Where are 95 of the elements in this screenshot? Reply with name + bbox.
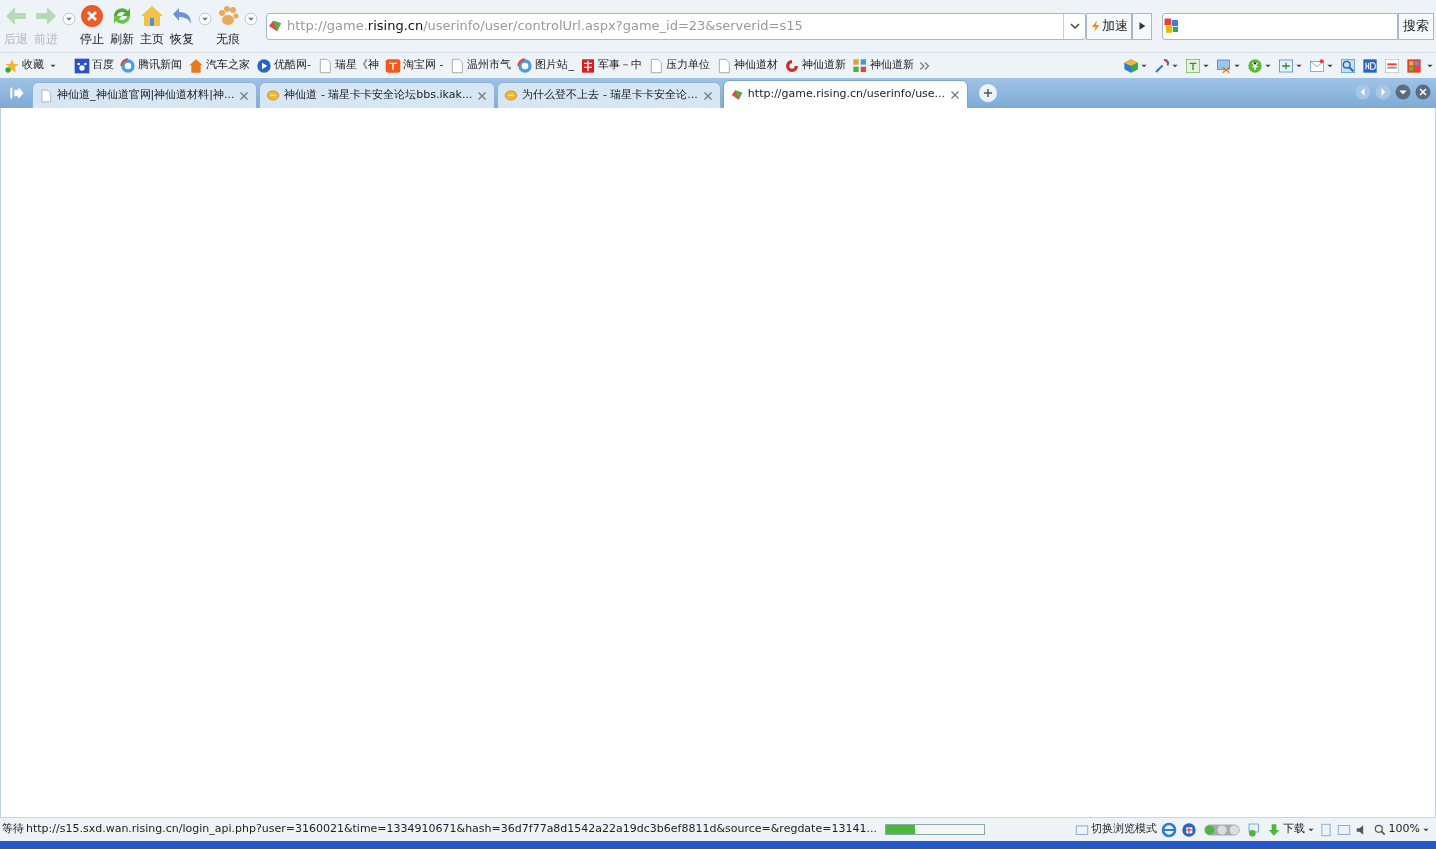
hd-icon [1362, 57, 1378, 74]
download-button[interactable]: 下载 [1266, 821, 1315, 838]
site-icon [267, 18, 283, 34]
browser-tab[interactable]: 神仙道 - 瑞星卡卡安全论坛bbs.ikak... [259, 82, 496, 108]
close-icon [1414, 83, 1432, 101]
toolbar-button[interactable] [1360, 57, 1380, 74]
accelerate-button[interactable]: 加速 [1086, 12, 1132, 40]
refresh-button[interactable]: 刷新 [108, 4, 136, 48]
house-icon [188, 57, 204, 74]
stop-button[interactable]: 停止 [78, 4, 106, 48]
down-arrow-icon [1266, 822, 1281, 837]
zoom-button[interactable]: 100% [1372, 821, 1434, 838]
plus-icon [982, 87, 995, 99]
shop-icon [385, 57, 401, 74]
dropdown-icon [62, 12, 76, 26]
screenshot-icon [1216, 57, 1232, 74]
home-button[interactable]: 主页 [138, 4, 166, 48]
globe-icon [120, 57, 136, 74]
close-icon [238, 89, 251, 102]
bookmark-link[interactable]: 神仙道新 [781, 57, 848, 74]
e-browser-icon [1160, 821, 1177, 838]
close-icon [701, 89, 714, 102]
magnifier-icon [1372, 822, 1387, 837]
chevron-down-icon [1068, 20, 1081, 32]
private-button[interactable]: 无痕 [214, 4, 242, 48]
dropdown-icon [244, 12, 258, 26]
globe-icon [517, 57, 534, 74]
page-icon [449, 57, 466, 74]
video-icon [1384, 57, 1400, 74]
scroll-left-icon [1354, 83, 1372, 101]
status-text: 等待 [2, 821, 24, 838]
page-icon [317, 57, 333, 74]
bookmark-link[interactable]: 瑞星《神 [315, 57, 381, 74]
site-icon [729, 87, 744, 102]
bookmark-link[interactable]: 军事－中 [577, 57, 644, 74]
search-field[interactable] [1162, 12, 1398, 40]
bookmark-link[interactable]: 百度 [72, 57, 116, 74]
paw-icon [74, 57, 90, 74]
search-engine-icon [1163, 17, 1181, 35]
page-icon [39, 88, 53, 103]
search-button[interactable]: 搜索 [1398, 12, 1434, 40]
toolbar-button[interactable] [1404, 57, 1424, 74]
switch-mode-button[interactable]: 切换浏览模式 [1074, 821, 1157, 838]
coin-icon [1247, 57, 1263, 74]
chat-bubble-icon [266, 88, 281, 103]
restore-button[interactable]: 恢复 [168, 4, 196, 48]
go-button[interactable] [1132, 12, 1152, 40]
translate-icon [1185, 57, 1201, 74]
paw-icon [216, 4, 240, 28]
bookmark-link[interactable]: 汽车之家 [186, 57, 252, 74]
scroll-right-icon [1374, 83, 1392, 101]
address-field[interactable]: http://game.rising.cn/userinfo/user/controlUrl.aspx?game_id=23&serverid=s15 [266, 12, 1086, 40]
character-icon [579, 57, 596, 74]
chat-bubble-icon [504, 88, 519, 103]
browser-tab[interactable]: http://game.rising.cn/userinfo/use... [722, 80, 969, 108]
tab-bar-button[interactable] [1394, 83, 1412, 101]
toolbar-button[interactable] [1338, 57, 1358, 74]
browser-tab[interactable]: 为什么登不上去 - 瑞星卡卡安全论... [497, 82, 721, 108]
bookmark-link[interactable]: 神仙道新 [849, 57, 916, 74]
tab-bar-button[interactable] [1414, 83, 1432, 101]
lightning-icon [1090, 20, 1102, 32]
bookmark-link[interactable]: 图片站_ [515, 57, 576, 74]
bookmark-link[interactable]: 优酷网- [254, 57, 313, 74]
bookmark-link[interactable]: 神仙道材 [713, 57, 780, 74]
forward-arrow-icon [34, 4, 58, 28]
bookmark-link[interactable]: 温州市气 [447, 57, 514, 74]
bookmark-link[interactable]: 收藏 [2, 57, 46, 74]
grid-icon [851, 57, 868, 74]
tiles-icon [1406, 57, 1422, 74]
dropdown-icon [198, 12, 212, 26]
box-icon [1123, 57, 1139, 74]
new-tab-button[interactable] [978, 83, 999, 103]
swirl-icon [783, 57, 800, 74]
bookmark-link[interactable]: 淘宝网 - [383, 57, 446, 74]
home-icon [140, 4, 164, 28]
window-icon [1336, 822, 1351, 837]
mail-icon [1309, 57, 1325, 74]
close-icon [949, 88, 962, 101]
browser-tab[interactable]: 神仙道_神仙道官网|神仙道材料|神... [32, 82, 258, 108]
stop-icon [80, 4, 104, 28]
status-url: http://s15.sxd.wan.rising.cn/login_api.php?user=3160021&time=1334910671&hash=36d7f77a8d1542a22a19dc3b6ef8811d&source=&regdate=13141... [26, 821, 877, 838]
toolbar-button[interactable] [1382, 57, 1402, 74]
star-icon [4, 57, 20, 74]
play-icon [1137, 21, 1147, 31]
magnifier-icon [1340, 57, 1356, 74]
play-circle-icon [256, 57, 272, 74]
tab-list-icon [1394, 83, 1412, 101]
bookmark-icon [1318, 822, 1333, 837]
close-icon [476, 89, 489, 102]
sidebar-arrow-icon [9, 85, 25, 101]
folder-icon [1074, 822, 1089, 837]
window-icon [1278, 57, 1294, 74]
bookmark-link[interactable]: 压力单位 [645, 57, 712, 74]
bookmark-link[interactable]: 腾讯新闻 [118, 57, 184, 74]
wrench-icon [1154, 57, 1170, 74]
